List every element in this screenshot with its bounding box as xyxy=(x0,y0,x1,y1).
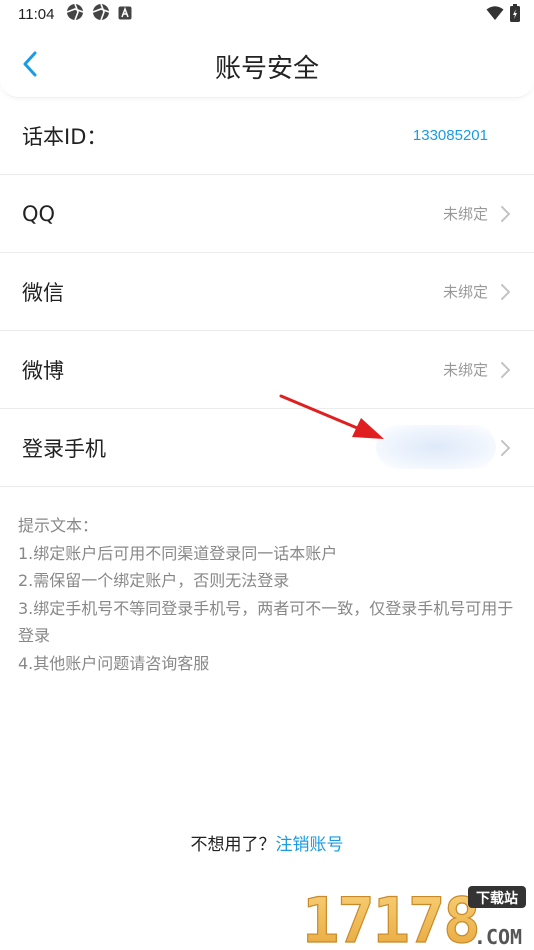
account-id-label: 话本ID： xyxy=(22,124,108,149)
chevron-right-icon xyxy=(501,440,510,456)
cancel-account-link[interactable]: 注销账号 xyxy=(276,835,344,855)
chevron-right-icon xyxy=(501,284,510,300)
wechat-binding-row[interactable]: 微信 未绑定 xyxy=(0,253,534,331)
tips-title: 提示文本： xyxy=(18,516,99,535)
aperture-icon xyxy=(66,3,84,25)
tip-line: 1.绑定账户后可用不同渠道登录同一话本账户 xyxy=(18,543,338,563)
footer-prompt: 不想用了？ xyxy=(190,835,276,855)
weibo-binding-row[interactable]: 微博 未绑定 xyxy=(0,331,534,409)
aperture-icon xyxy=(92,3,110,25)
login-phone-label: 登录手机 xyxy=(22,436,106,461)
wechat-label: 微信 xyxy=(22,280,64,305)
chevron-right-icon xyxy=(501,206,510,222)
account-id-row: 话本ID： 133085201 xyxy=(0,97,534,175)
tips-section: 提示文本： 1.绑定账户后可用不同渠道登录同一话本账户 2.需保留一个绑定账户，… xyxy=(18,512,528,677)
status-time: 11:04 xyxy=(18,5,55,23)
watermark-logo: 17178 下载站 .COM xyxy=(300,883,530,950)
weibo-label: 微博 xyxy=(22,358,64,383)
chevron-right-icon xyxy=(501,362,510,378)
svg-text:17178: 17178 xyxy=(302,884,479,948)
svg-text:下载站: 下载站 xyxy=(476,890,518,907)
svg-text:.COM: .COM xyxy=(474,925,522,948)
status-bar: 11:04 xyxy=(0,0,534,28)
qq-label: QQ xyxy=(22,201,56,226)
qq-binding-row[interactable]: QQ 未绑定 xyxy=(0,175,534,253)
battery-icon xyxy=(510,4,520,26)
font-a-icon xyxy=(118,5,132,24)
tip-line: 4.其他账户问题请咨询客服 xyxy=(18,653,210,673)
qq-status: 未绑定 xyxy=(442,205,488,223)
footer: 不想用了？注销账号 xyxy=(0,830,534,855)
redacted-phone-number xyxy=(376,425,496,469)
login-phone-row[interactable]: 登录手机 xyxy=(0,409,534,487)
page-title: 账号安全 xyxy=(214,54,319,84)
account-id-value: 133085201 xyxy=(412,127,488,144)
wechat-status: 未绑定 xyxy=(442,283,488,301)
tip-line: 3.绑定手机号不等同登录手机号，两者可不一致，仅登录手机号可用于登录 xyxy=(18,598,514,646)
wifi-icon xyxy=(486,5,504,25)
weibo-status: 未绑定 xyxy=(442,361,488,379)
tip-line: 2.需保留一个绑定账户，否则无法登录 xyxy=(18,571,290,590)
header: 账号安全 xyxy=(0,28,534,98)
